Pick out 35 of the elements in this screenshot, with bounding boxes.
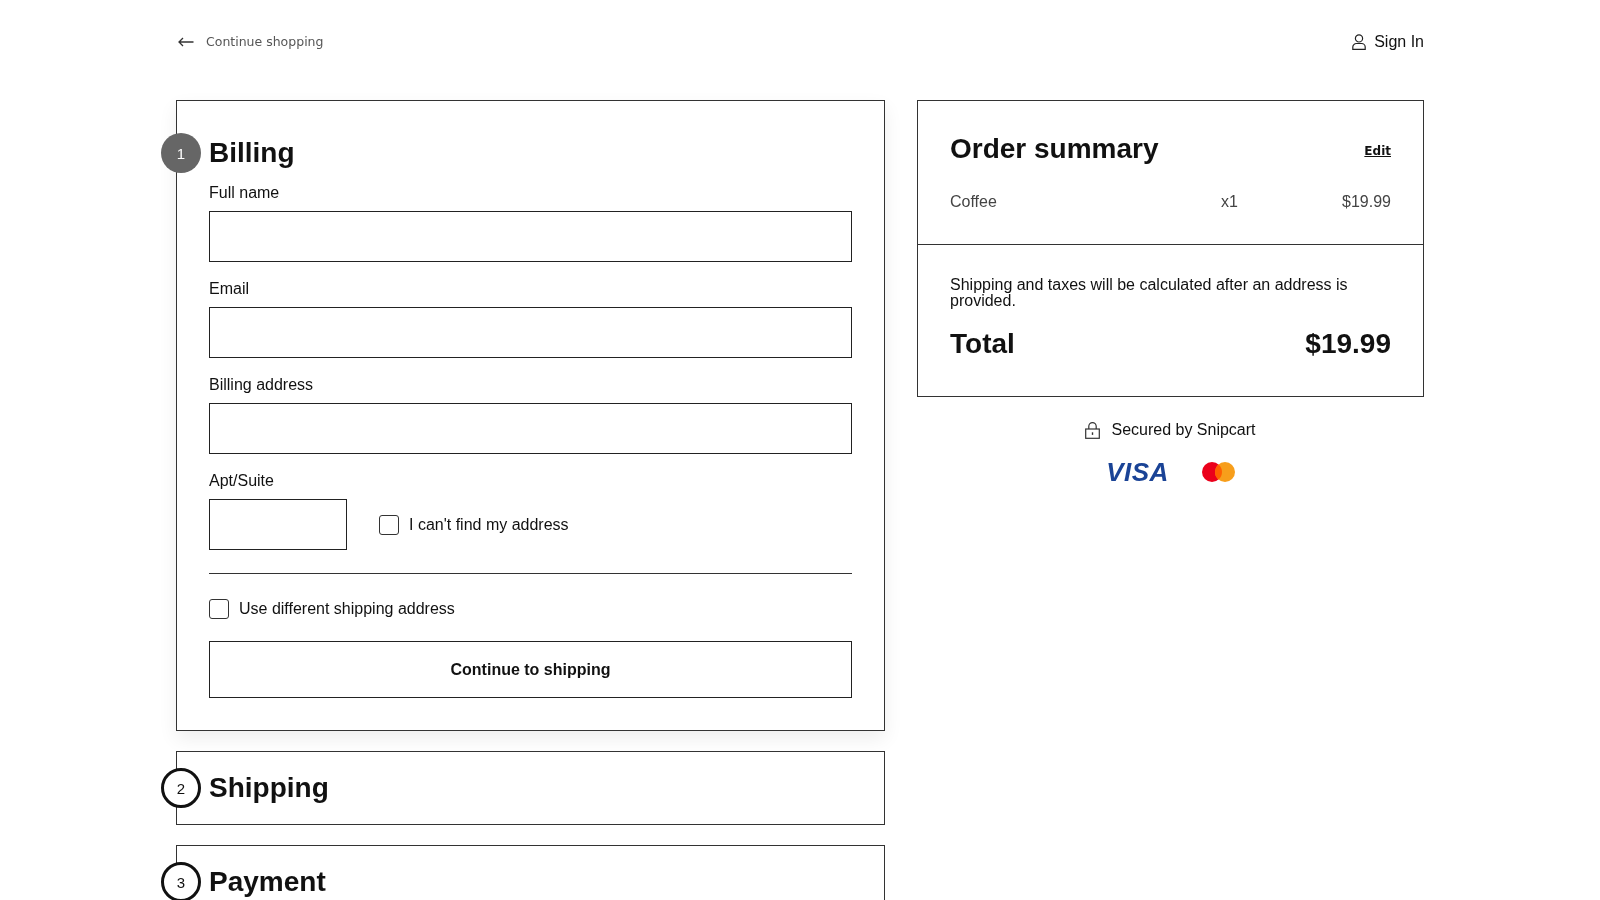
shipping-note: Shipping and taxes will be calculated after an address is provided. (950, 277, 1349, 309)
item-name: Coffee (950, 192, 998, 212)
mastercard-logo-icon (1201, 462, 1235, 482)
step-number: 3 (161, 862, 201, 900)
item-quantity: x1 (1221, 192, 1238, 212)
field-label: Email (209, 279, 250, 299)
field-label: Full name (209, 183, 281, 203)
sign-in-link[interactable]: Sign In (1352, 32, 1424, 52)
step-title: Shipping (209, 772, 330, 804)
checkbox-label: I can't find my address (409, 514, 569, 535)
summary-title: Order summary (950, 133, 1159, 165)
step-number: 2 (161, 768, 201, 808)
step-title: Billing (209, 137, 296, 169)
edit-link[interactable]: Edit (1364, 141, 1391, 160)
user-icon (1352, 34, 1367, 50)
continue-button[interactable]: Continue to shipping (209, 641, 852, 698)
visa-logo: VISA (1106, 462, 1169, 482)
back-arrow-icon (178, 37, 194, 47)
input-field[interactable] (209, 403, 852, 454)
field-label: Apt/Suite (209, 471, 275, 491)
checkbox[interactable] (209, 599, 229, 619)
checkbox[interactable] (379, 514, 399, 535)
continue-shopping-link[interactable]: Continue shopping (176, 32, 324, 52)
input-field[interactable] (209, 211, 852, 262)
item-price: $19.99 (1341, 192, 1391, 212)
input-field[interactable] (209, 499, 347, 550)
input-field[interactable] (209, 307, 852, 358)
lock-icon (1085, 421, 1101, 439)
checkbox-label: Use different shipping address (239, 599, 455, 619)
field-label: Billing address (209, 375, 315, 395)
secure-note: Secured by Snipcart (1111, 420, 1256, 440)
total-amount: $19.99 (1305, 328, 1391, 360)
total-label: Total (950, 328, 1015, 360)
step-title: Payment (209, 866, 327, 898)
step-number: 1 (161, 133, 201, 173)
